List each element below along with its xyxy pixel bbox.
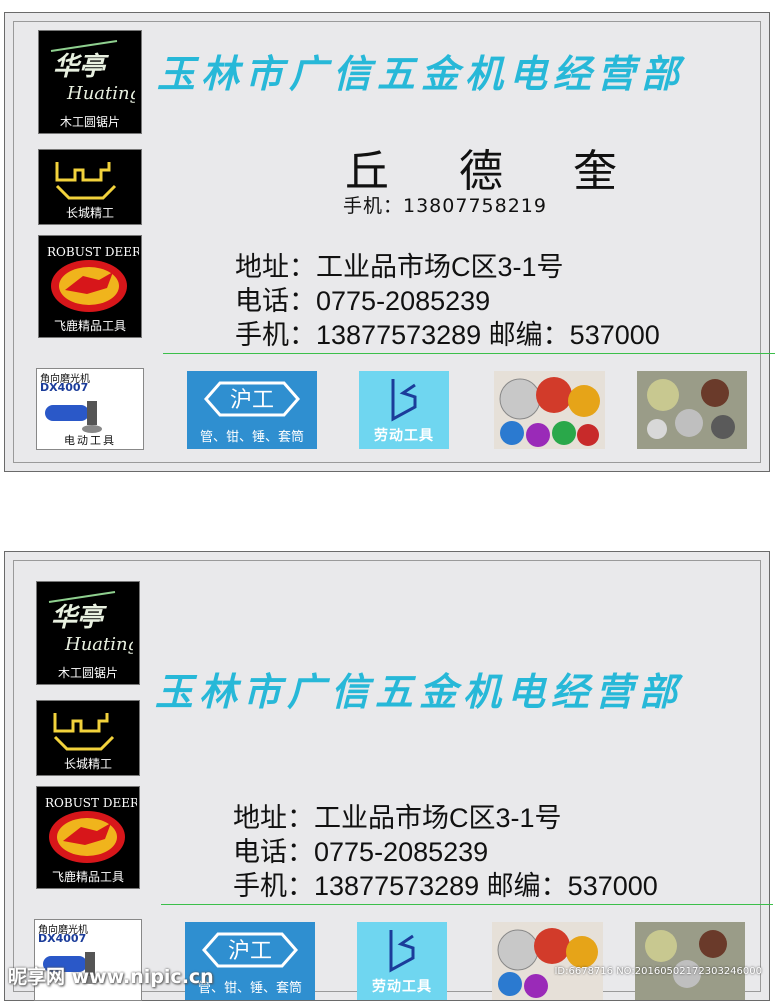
svg-text:ROBUST DEER: ROBUST DEER — [47, 245, 139, 259]
svg-text:沪工: 沪工 — [228, 939, 272, 964]
address-line: 地址：工业品市场C区3-1号 — [233, 803, 562, 833]
product-grinder: 角向磨光机 DX4007 电动工具 — [36, 368, 144, 450]
robust-deer-caption: 飞鹿精品工具 — [51, 870, 124, 884]
hugong-caption: 管、钳、锤、套筒 — [199, 430, 304, 445]
business-card-front: 华亭 Huating 木工圆锯片 长城精工 ROBUST DEER 飞鹿精品工具… — [4, 12, 775, 472]
svg-text:华亭: 华亭 — [53, 52, 109, 82]
deer-icon: ROBUST DEER — [45, 796, 137, 863]
changcheng-caption: 长城精工 — [63, 757, 112, 771]
watermark-site: 昵享网 www.nipic.cn — [8, 966, 214, 988]
saw-blades-icon — [497, 928, 598, 998]
huating-logo-icon: 华亭 Huating — [50, 40, 135, 104]
great-wall-icon — [53, 713, 115, 751]
hugong-logo-icon: 沪工 — [204, 381, 300, 417]
laodong-caption: 劳动工具 — [374, 428, 434, 444]
phone-line: 电话：0775-2085239 — [235, 286, 491, 316]
product-saw-blades — [494, 371, 605, 449]
huating-logo: 华亭 Huating 木工圆锯片 — [38, 30, 142, 134]
watermark-id: ID:6678716 NO:20160502172303246000 — [554, 966, 762, 977]
svg-text:Huating: Huating — [66, 83, 135, 104]
contact-name: 丘 德 奎 — [345, 146, 645, 197]
changcheng-caption: 长城精工 — [65, 206, 114, 220]
laodong-logo-icon — [391, 379, 417, 422]
contact-info: 地址：工业品市场C区3-1号 电话：0775-2085239 手机：138775… — [235, 250, 660, 352]
product-laodong: 劳动工具 — [359, 371, 449, 449]
business-card-back: 华亭 Huating 木工圆锯片 长城精工 ROBUST DEER 飞鹿精品工具… — [4, 551, 773, 1001]
product-laodong: 劳动工具 — [357, 922, 447, 1000]
phone-line: 电话：0775-2085239 — [233, 837, 489, 867]
huating-logo: 华亭 Huating 木工圆锯片 — [36, 581, 140, 685]
company-name: 玉林市广信五金机电经营部 — [157, 51, 686, 96]
huating-logo-icon: 华亭 Huating — [48, 591, 133, 655]
company-name: 玉林市广信五金机电经营部 — [155, 669, 684, 714]
divider-line — [163, 353, 775, 354]
great-wall-icon — [55, 162, 117, 200]
product-saw-blades — [492, 922, 603, 1000]
robust-deer-logo: ROBUST DEER 飞鹿精品工具 — [38, 235, 142, 338]
angle-grinder-icon — [45, 401, 102, 433]
changcheng-logo: 长城精工 — [36, 700, 140, 776]
svg-text:沪工: 沪工 — [230, 388, 274, 413]
product-hugong: 沪工 管、钳、锤、套筒 — [187, 371, 317, 449]
contact-info: 地址：工业品市场C区3-1号 电话：0775-2085239 手机：138775… — [233, 801, 658, 903]
grinder-caption: 电动工具 — [64, 434, 116, 447]
huating-caption: 木工圆锯片 — [57, 666, 118, 680]
svg-text:ROBUST DEER: ROBUST DEER — [45, 796, 137, 810]
laodong-caption: 劳动工具 — [372, 979, 432, 995]
address-line: 地址：工业品市场C区3-1号 — [235, 252, 564, 282]
casters-icon — [647, 379, 735, 439]
product-casters — [635, 922, 745, 1000]
hugong-logo-icon: 沪工 — [202, 932, 298, 968]
robust-deer-caption: 飞鹿精品工具 — [53, 319, 126, 333]
huating-caption: 木工圆锯片 — [59, 115, 120, 129]
casters-icon — [645, 930, 727, 988]
robust-deer-logo: ROBUST DEER 飞鹿精品工具 — [36, 786, 140, 889]
divider-line — [161, 904, 773, 905]
mobile-zip-line: 手机：13877573289 邮编：537000 — [233, 871, 658, 901]
grinder-model: DX4007 — [40, 381, 89, 394]
changcheng-logo: 长城精工 — [38, 149, 142, 225]
deer-icon: ROBUST DEER — [47, 245, 139, 312]
svg-text:华亭: 华亭 — [51, 603, 107, 633]
contact-mobile: 手机：13807758219 — [343, 195, 547, 217]
laodong-logo-icon — [389, 930, 415, 973]
product-casters — [637, 371, 747, 449]
saw-blades-icon — [499, 377, 600, 447]
grinder-model: DX4007 — [38, 932, 87, 945]
svg-text:Huating: Huating — [64, 634, 133, 655]
mobile-zip-line: 手机：13877573289 邮编：537000 — [235, 320, 660, 350]
